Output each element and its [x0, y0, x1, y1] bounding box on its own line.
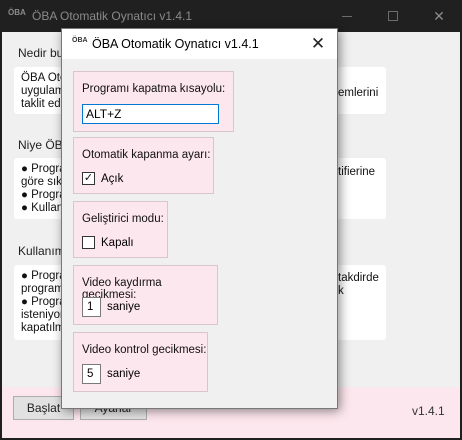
minimize-icon: [342, 15, 352, 17]
main-window-title: ÖBA Otomatik Oynatıcı v1.4.1: [32, 9, 193, 23]
dev-mode-state-label: Kapalı: [101, 236, 134, 249]
app-logo-icon: ÖBA: [8, 8, 26, 17]
section-label-usage: Kullanım: [18, 244, 65, 258]
auto-close-label: Otomatik kapanma ayarı:: [82, 149, 211, 161]
control-delay-unit: saniye: [107, 368, 141, 380]
shortcut-group: Programı kapatma kısayolu:: [73, 71, 234, 132]
auto-close-checkbox[interactable]: ✓: [82, 172, 95, 185]
control-delay-row: 5 saniye: [82, 364, 140, 384]
dev-mode-toggle[interactable]: Kapalı: [82, 236, 134, 249]
dialog-close-button[interactable]: ✕: [307, 34, 329, 54]
control-delay-label: Video kontrol gecikmesi:: [82, 344, 207, 356]
settings-dialog: ÖBA ÖBA Otomatik Oynatıcı v1.4.1 ✕ Progr…: [61, 28, 338, 409]
close-icon: ✕: [310, 34, 326, 53]
dialog-titlebar[interactable]: ÖBA ÖBA Otomatik Oynatıcı v1.4.1 ✕: [62, 29, 337, 59]
maximize-icon: [388, 11, 398, 21]
section-card-overflow-text: emlerini: [338, 87, 379, 99]
version-label: v1.4.1: [412, 404, 445, 418]
maximize-button[interactable]: [370, 0, 416, 32]
dev-mode-checkbox[interactable]: [82, 236, 95, 249]
shortcut-input[interactable]: [82, 104, 219, 124]
close-icon: ✕: [433, 7, 445, 24]
scroll-delay-input[interactable]: 1: [82, 297, 101, 317]
section-card-overflow-text: tifierine: [338, 166, 376, 178]
dev-mode-group: Geliştirici modu: Kapalı: [73, 201, 168, 258]
main-close-button[interactable]: ✕: [416, 0, 462, 32]
section-card-overflow-text: takdirde k: [338, 272, 379, 297]
control-delay-input[interactable]: 5: [82, 364, 101, 384]
shortcut-label: Programı kapatma kısayolu:: [82, 83, 226, 95]
scroll-delay-group: Video kaydırma gecikmesi: 1 saniye: [73, 265, 218, 325]
scroll-delay-row: 1 saniye: [82, 297, 140, 317]
control-delay-group: Video kontrol gecikmesi: 5 saniye: [73, 332, 208, 392]
auto-close-toggle[interactable]: ✓ Açık: [82, 172, 123, 185]
scroll-delay-unit: saniye: [107, 301, 141, 313]
dialog-title: ÖBA Otomatik Oynatıcı v1.4.1: [92, 37, 259, 51]
app-logo-icon: ÖBA: [72, 37, 88, 44]
auto-close-state-label: Açık: [101, 172, 124, 185]
auto-close-group: Otomatik kapanma ayarı: ✓ Açık: [73, 137, 214, 194]
section-label-what: Nedir bu: [18, 46, 64, 60]
checkmark-icon: ✓: [83, 172, 94, 184]
dev-mode-label: Geliştirici modu:: [82, 213, 164, 225]
